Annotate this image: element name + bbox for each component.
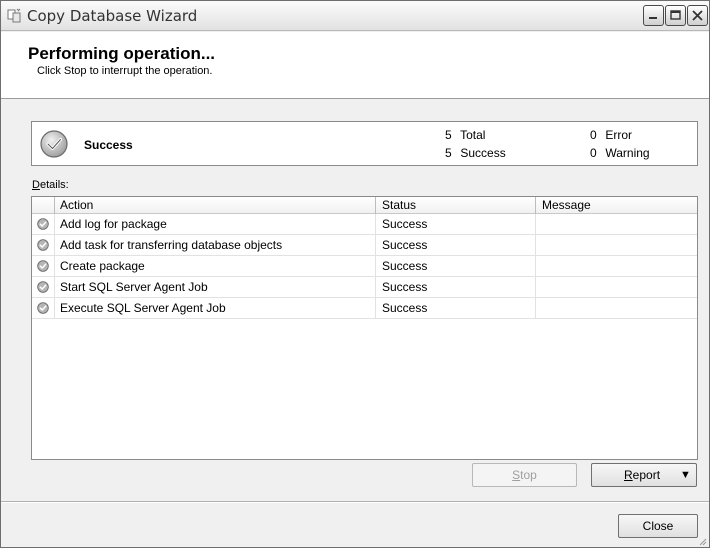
check-circle-icon xyxy=(37,302,49,314)
report-button[interactable]: Report ▼ xyxy=(591,463,697,487)
cell-divider xyxy=(535,298,536,319)
close-icon xyxy=(692,10,703,21)
overall-status: Success xyxy=(84,138,133,152)
action-cell: Add log for package xyxy=(60,217,167,231)
column-divider[interactable] xyxy=(375,197,376,214)
cell-divider xyxy=(54,298,55,319)
column-header-message[interactable]: Message xyxy=(542,198,591,212)
table-row[interactable]: Add task for transferring database objec… xyxy=(32,235,697,256)
cell-divider xyxy=(54,256,55,277)
action-cell: Start SQL Server Agent Job xyxy=(60,280,208,294)
details-accelerator: D xyxy=(32,179,40,191)
maximize-icon xyxy=(670,10,681,20)
window-title: Copy Database Wizard xyxy=(27,7,198,25)
check-circle-icon xyxy=(39,129,69,159)
close-button[interactable]: Close xyxy=(618,514,698,538)
grid-header: Action Status Message xyxy=(32,197,697,214)
warning-label: Warning xyxy=(605,146,650,160)
status-cell: Success xyxy=(382,217,428,231)
success-count: 5 xyxy=(445,146,452,160)
column-divider[interactable] xyxy=(535,197,536,214)
details-label: Details: xyxy=(32,179,69,191)
total-label: Total xyxy=(460,128,486,142)
warning-count: 0 xyxy=(590,146,597,160)
table-row[interactable]: Create package Success xyxy=(32,256,697,277)
total-stat: 5 Total xyxy=(445,128,485,142)
cell-divider xyxy=(535,256,536,277)
cell-divider xyxy=(54,214,55,235)
success-label: Success xyxy=(460,146,506,160)
check-circle-icon xyxy=(37,281,49,293)
stop-button[interactable]: Stop xyxy=(472,463,577,487)
cell-divider xyxy=(375,256,376,277)
check-circle-icon xyxy=(37,260,49,272)
details-grid[interactable]: Action Status Message Add log for packag… xyxy=(31,196,698,460)
status-cell: Success xyxy=(382,238,428,252)
table-row[interactable]: Start SQL Server Agent Job Success xyxy=(32,277,697,298)
resize-grip-icon[interactable] xyxy=(697,535,707,546)
cell-divider xyxy=(375,298,376,319)
dropdown-arrow-icon: ▼ xyxy=(680,469,691,481)
copy-database-wizard-window: Copy Database Wizard Performing operatio… xyxy=(0,0,710,548)
status-cell: Success xyxy=(382,259,428,273)
report-accelerator: R xyxy=(624,468,633,482)
table-row[interactable]: Add log for package Success xyxy=(32,214,697,235)
table-row[interactable]: Execute SQL Server Agent Job Success xyxy=(32,298,697,319)
wizard-header: Performing operation... Click Stop to in… xyxy=(1,32,709,99)
cell-divider xyxy=(54,277,55,298)
cell-divider xyxy=(375,214,376,235)
cell-divider xyxy=(535,277,536,298)
column-header-action[interactable]: Action xyxy=(60,198,93,212)
report-label: eport xyxy=(632,468,661,482)
check-circle-icon xyxy=(37,218,49,230)
error-stat: 0 Error xyxy=(590,128,632,142)
status-cell: Success xyxy=(382,301,428,315)
page-subtitle: Click Stop to interrupt the operation. xyxy=(37,65,213,77)
maximize-button[interactable] xyxy=(665,5,686,26)
total-count: 5 xyxy=(445,128,452,142)
wizard-icon xyxy=(7,8,23,24)
page-title: Performing operation... xyxy=(28,44,216,63)
cell-divider xyxy=(375,277,376,298)
cell-divider xyxy=(375,235,376,256)
stop-label: top xyxy=(520,468,537,482)
check-circle-icon xyxy=(37,239,49,251)
column-divider xyxy=(54,197,55,214)
warning-stat: 0 Warning xyxy=(590,146,650,160)
success-stat: 5 Success xyxy=(445,146,506,160)
action-cell: Create package xyxy=(60,259,145,273)
error-count: 0 xyxy=(590,128,597,142)
details-label-text: etails: xyxy=(39,179,69,191)
action-cell: Add task for transferring database objec… xyxy=(60,238,283,252)
cell-divider xyxy=(535,214,536,235)
stop-accelerator: S xyxy=(512,468,521,482)
error-label: Error xyxy=(605,128,633,142)
minimize-icon xyxy=(649,17,657,19)
status-cell: Success xyxy=(382,280,428,294)
report-label-wrap: Report xyxy=(624,464,660,486)
footer-divider-highlight xyxy=(1,502,709,503)
action-cell: Execute SQL Server Agent Job xyxy=(60,301,226,315)
title-bar: Copy Database Wizard xyxy=(1,1,709,31)
cell-divider xyxy=(54,235,55,256)
status-summary: Success 5 Total 5 Success 0 Error 0 Warn… xyxy=(31,121,698,166)
cell-divider xyxy=(535,235,536,256)
window-close-button[interactable] xyxy=(687,5,708,26)
column-header-status[interactable]: Status xyxy=(382,198,416,212)
minimize-button[interactable] xyxy=(643,5,664,26)
